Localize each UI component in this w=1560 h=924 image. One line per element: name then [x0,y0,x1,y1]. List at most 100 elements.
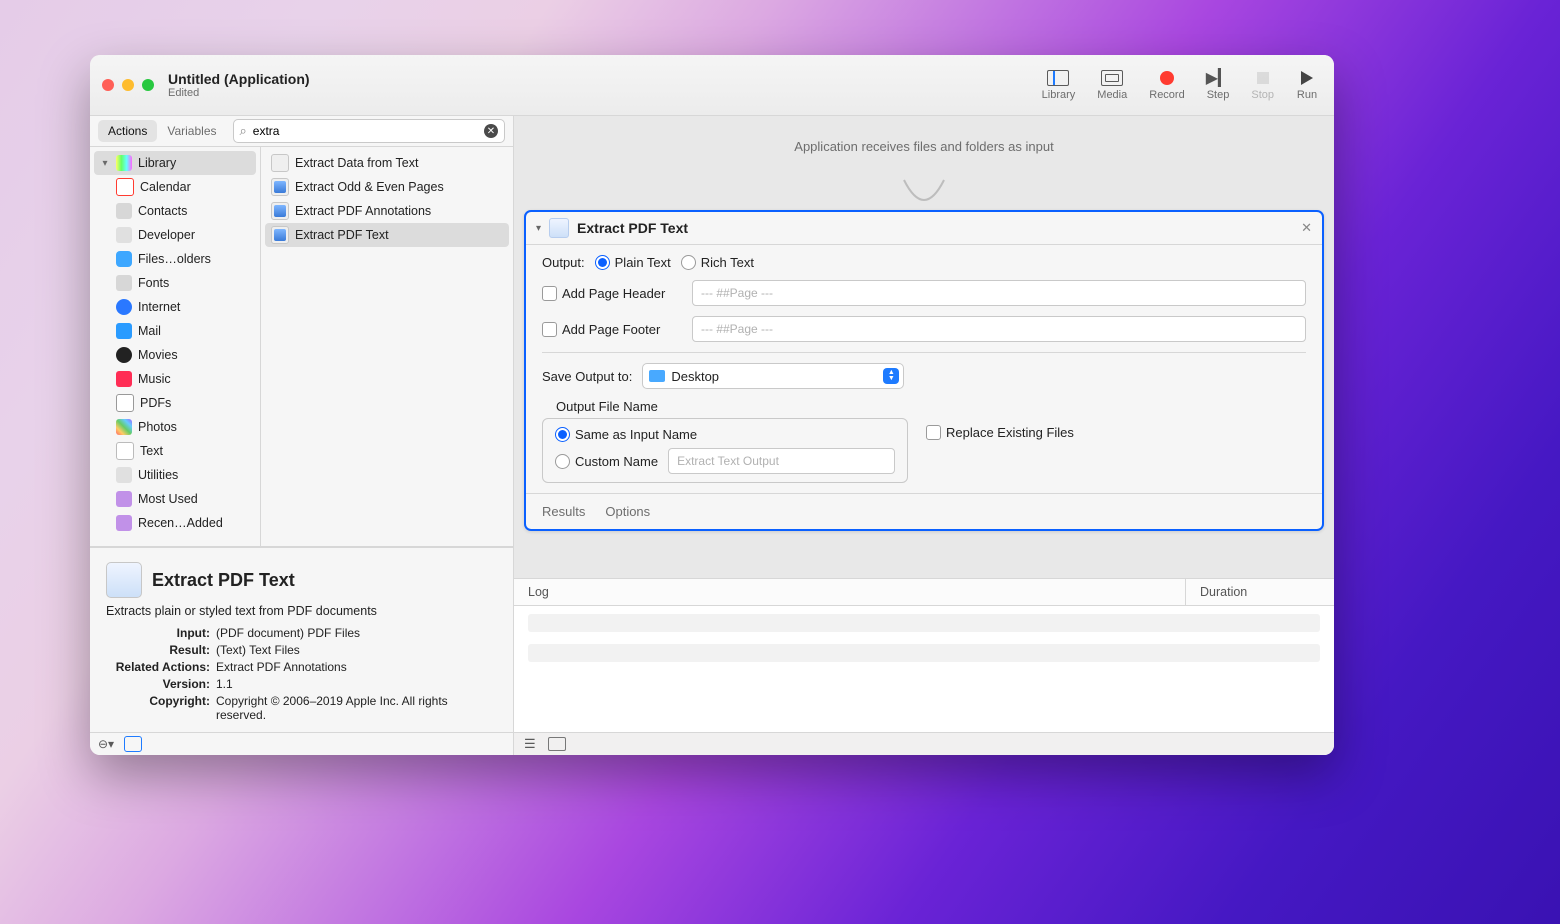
card-header[interactable]: ▾ Extract PDF Text ✕ [526,212,1322,245]
checkbox-add-page-header[interactable]: Add Page Header [542,286,682,301]
list-view-icon[interactable]: ☰ [524,736,536,752]
step-icon: ▶▎ [1207,69,1229,87]
card-title: Extract PDF Text [577,220,688,236]
action-detail: Extract PDF Text Extracts plain or style… [90,547,513,732]
action-detail-title: Extract PDF Text [152,570,295,591]
disclosure-icon[interactable]: ▾ [100,158,110,169]
category-text[interactable]: Text [90,439,260,463]
category-developer[interactable]: Developer [90,223,260,247]
tab-actions[interactable]: Actions [98,120,157,142]
action-icon [271,202,289,220]
category-pdfs[interactable]: PDFs [90,391,260,415]
save-output-label: Save Output to: [542,369,632,384]
window-subtitle: Edited [168,87,310,99]
library-panel: Actions Variables ⌕ ✕ ▾Library Calendar … [90,116,514,755]
library-tabs: Actions Variables [98,120,227,142]
smart-folder-icon [116,515,132,531]
workflow-connector [524,180,1324,210]
log-column-header[interactable]: Log [514,579,1186,605]
tab-variables[interactable]: Variables [157,120,226,142]
workflow-flow[interactable]: ▾ Extract PDF Text ✕ Output: Plain Text … [514,176,1334,578]
workflow-canvas: Application receives files and folders a… [514,116,1334,755]
action-extract-pdf-text[interactable]: Extract PDF Text [265,223,509,247]
log-row [528,644,1320,662]
music-icon [116,371,132,387]
log-row [528,614,1320,632]
category-music[interactable]: Music [90,367,260,391]
category-utilities[interactable]: Utilities [90,463,260,487]
zoom-window-icon[interactable] [142,79,154,91]
finder-icon [116,251,132,267]
action-detail-description: Extracts plain or styled text from PDF d… [106,604,497,618]
text-icon [116,442,134,460]
category-recently-added[interactable]: Recen…Added [90,511,260,535]
library-icon [116,155,132,171]
toolbar-media-button[interactable]: Media [1097,69,1127,101]
page-footer-field[interactable]: --- ##Page --- [692,316,1306,342]
toolbar-step-button[interactable]: ▶▎ Step [1207,69,1230,101]
status-view-icon[interactable] [124,736,142,752]
category-files-folders[interactable]: Files…olders [90,247,260,271]
category-list[interactable]: ▾Library Calendar Contacts Developer Fil… [90,147,261,546]
title-block: Untitled (Application) Edited [168,71,310,99]
titlebar: Untitled (Application) Edited Library Me… [90,55,1334,116]
collapse-icon[interactable]: ▾ [536,223,541,234]
pdf-icon [116,394,134,412]
library-icon [1047,70,1069,86]
flow-view-icon[interactable] [548,737,566,751]
toolbar-stop-button: Stop [1251,69,1274,101]
search-input[interactable] [251,123,484,139]
close-window-icon[interactable] [102,79,114,91]
action-detail-icon [106,562,142,598]
right-status-bar: ☰ [514,732,1334,755]
developer-icon [116,227,132,243]
minimize-window-icon[interactable] [122,79,134,91]
output-label: Output: [542,255,585,270]
action-list[interactable]: Extract Data from Text Extract Odd & Eve… [261,147,513,546]
radio-plain-text[interactable]: Plain Text [595,255,671,270]
card-results-button[interactable]: Results [542,504,585,519]
category-photos[interactable]: Photos [90,415,260,439]
checkbox-replace-existing[interactable]: Replace Existing Files [926,425,1074,440]
popup-arrows-icon: ▲▼ [883,368,899,384]
category-movies[interactable]: Movies [90,343,260,367]
category-mail[interactable]: Mail [90,319,260,343]
page-header-field[interactable]: --- ##Page --- [692,280,1306,306]
save-output-popup[interactable]: Desktop ▲▼ [642,363,904,389]
category-most-used[interactable]: Most Used [90,487,260,511]
category-library[interactable]: ▾Library [94,151,256,175]
utilities-icon [116,467,132,483]
category-internet[interactable]: Internet [90,295,260,319]
checkbox-add-page-footer[interactable]: Add Page Footer [542,322,682,337]
action-icon [271,226,289,244]
radio-same-as-input[interactable]: Same as Input Name [555,427,895,442]
action-extract-data-from-text[interactable]: Extract Data from Text [261,151,513,175]
action-extract-pdf-annotations[interactable]: Extract PDF Annotations [261,199,513,223]
toolbar: Library Media Record ▶▎ Step Stop Run [1042,69,1322,101]
action-extract-odd-even-pages[interactable]: Extract Odd & Even Pages [261,175,513,199]
radio-rich-text[interactable]: Rich Text [681,255,754,270]
search-field[interactable]: ⌕ ✕ [233,119,506,143]
custom-name-field[interactable]: Extract Text Output [668,448,895,474]
category-calendar[interactable]: Calendar [90,175,260,199]
workflow-input-header: Application receives files and folders a… [514,116,1334,176]
category-contacts[interactable]: Contacts [90,199,260,223]
fonts-icon [116,275,132,291]
record-icon [1160,71,1174,85]
status-menu-icon[interactable]: ⊖▾ [98,737,114,751]
toolbar-record-button[interactable]: Record [1149,69,1184,101]
output-filename-group: Same as Input Name Custom Name Extract T… [542,418,908,483]
action-card-extract-pdf-text[interactable]: ▾ Extract PDF Text ✕ Output: Plain Text … [524,210,1324,531]
folder-icon [649,370,665,382]
card-footer: Results Options [526,493,1322,529]
clear-search-icon[interactable]: ✕ [484,124,498,138]
movies-icon [116,347,132,363]
duration-column-header[interactable]: Duration [1186,579,1334,605]
toolbar-library-button[interactable]: Library [1042,69,1076,101]
log-panel: Log Duration [514,578,1334,732]
card-options-button[interactable]: Options [605,504,650,519]
toolbar-run-button[interactable]: Run [1296,69,1318,101]
category-fonts[interactable]: Fonts [90,271,260,295]
radio-custom-name[interactable]: Custom Name [555,454,658,469]
remove-action-icon[interactable]: ✕ [1301,220,1312,236]
